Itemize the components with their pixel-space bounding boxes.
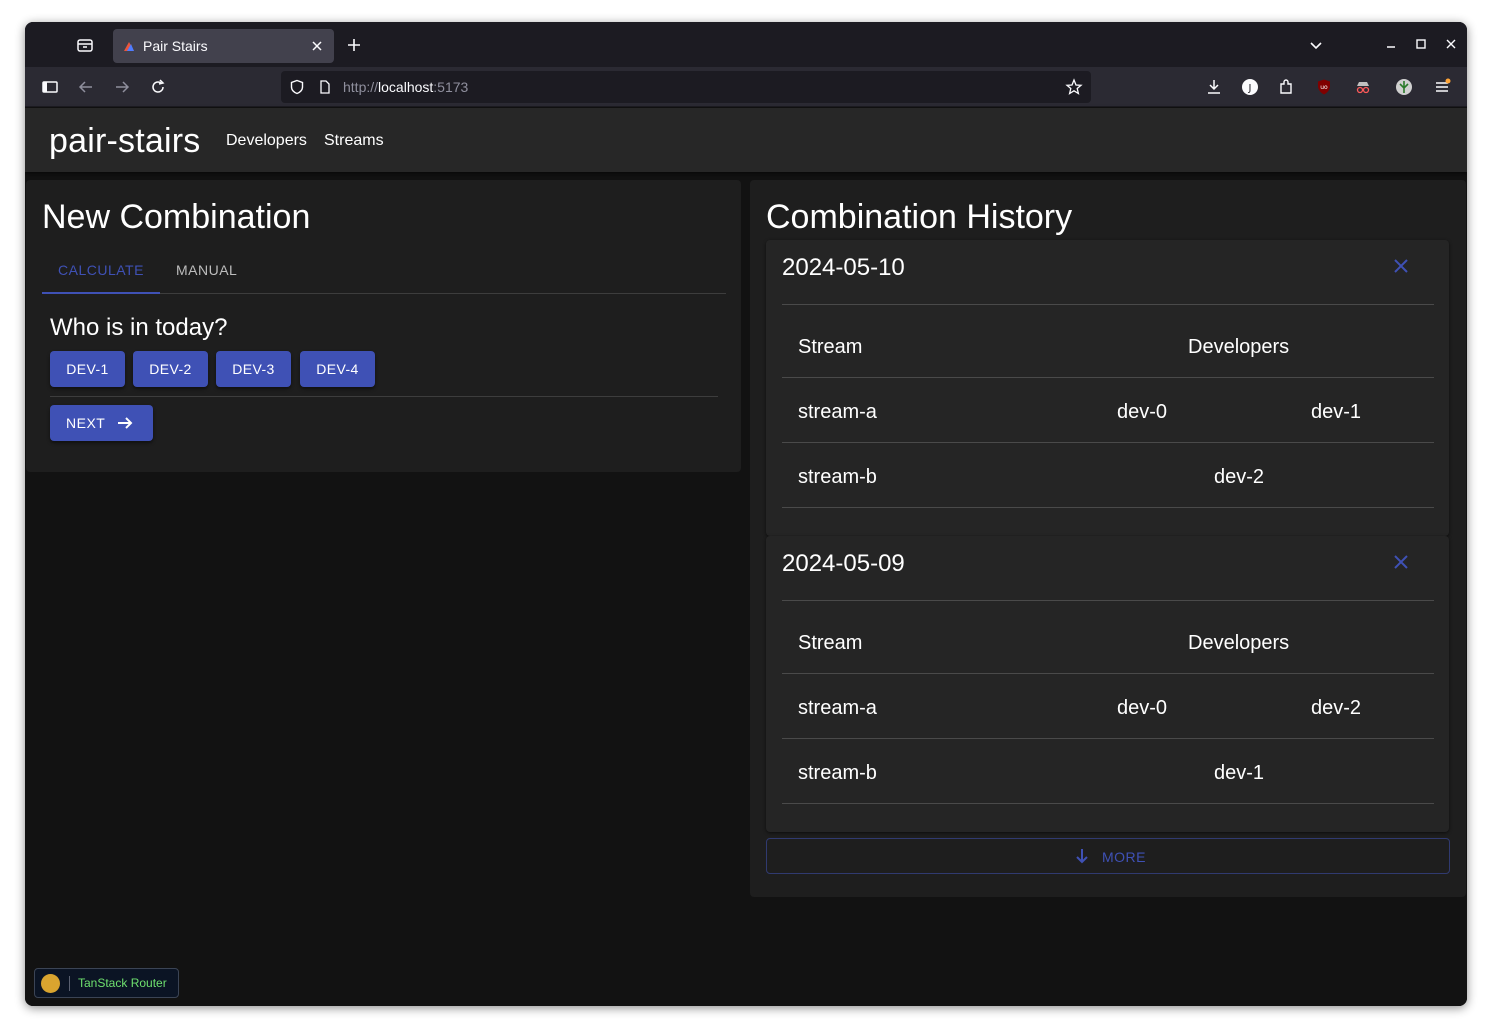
reload-icon[interactable]	[149, 78, 167, 96]
url-bar[interactable]: http://localhost:5173	[281, 71, 1091, 103]
tab-calculate[interactable]: CALCULATE	[58, 262, 144, 278]
minimize-icon[interactable]	[1385, 38, 1397, 50]
developer-toggle-button[interactable]: DEV-2	[133, 351, 208, 387]
chevron-down-icon[interactable]	[1308, 37, 1324, 53]
divider	[782, 738, 1434, 739]
tab-bar: Pair Stairs	[25, 22, 1467, 67]
ublock-shield-icon[interactable]: uo	[1315, 78, 1333, 96]
developer-toggle-button[interactable]: DEV-1	[50, 351, 125, 387]
tab-indicator	[42, 292, 160, 294]
tanstack-logo-icon	[41, 974, 60, 993]
spy-extension-icon[interactable]	[1354, 78, 1372, 96]
header-developers: Developers	[1188, 336, 1290, 358]
divider	[782, 442, 1434, 443]
bookmark-star-icon[interactable]	[1065, 78, 1083, 96]
page-icon[interactable]	[317, 79, 333, 95]
sidebar-icon[interactable]	[41, 78, 59, 96]
delete-combination-icon[interactable]	[1393, 554, 1409, 570]
divider	[782, 304, 1434, 305]
firefox-view-icon[interactable]	[75, 35, 95, 55]
divider	[782, 673, 1434, 674]
download-icon[interactable]	[1205, 78, 1223, 96]
header-stream: Stream	[798, 632, 863, 654]
developer-cell: dev-0	[1117, 697, 1168, 719]
divider	[782, 600, 1434, 601]
next-button-label: NEXT	[66, 415, 106, 431]
attendance-question: Who is in today?	[50, 314, 228, 341]
account-icon[interactable]: J	[1241, 78, 1259, 96]
load-more-button[interactable]: MORE	[766, 838, 1450, 874]
stream-cell: stream-b	[798, 762, 877, 784]
combination-tabs: CALCULATE MANUAL	[42, 250, 726, 294]
developer-cell: dev-1	[1214, 762, 1265, 784]
stream-cell: stream-b	[798, 466, 877, 488]
load-more-label: MORE	[1102, 849, 1146, 865]
arrow-down-icon	[1076, 849, 1088, 864]
nav-streams-link[interactable]: Streams	[324, 132, 384, 150]
divider	[782, 507, 1434, 508]
app-root: pair-stairs Developers Streams New Combi…	[25, 108, 1467, 1006]
shield-icon[interactable]	[289, 79, 305, 95]
divider	[782, 377, 1434, 378]
divider	[782, 803, 1434, 804]
combination-date: 2024-05-10	[782, 254, 905, 281]
next-button[interactable]: NEXT	[50, 405, 153, 441]
app-bar: pair-stairs Developers Streams	[25, 108, 1467, 172]
arrow-right-icon	[118, 417, 133, 429]
combination-date: 2024-05-09	[782, 550, 905, 577]
developer-toggle-button[interactable]: DEV-3	[216, 351, 291, 387]
ghostery-icon[interactable]	[1395, 78, 1413, 96]
delete-combination-icon[interactable]	[1393, 258, 1409, 274]
tab-manual[interactable]: MANUAL	[176, 262, 237, 278]
url-text[interactable]: http://localhost:5173	[343, 79, 468, 95]
maximize-icon[interactable]	[1415, 38, 1427, 50]
new-combination-title: New Combination	[42, 198, 311, 236]
history-card: 2024-05-09 Stream Developers stream-a de…	[766, 536, 1449, 832]
new-combination-panel: New Combination CALCULATE MANUAL Who is …	[26, 180, 741, 472]
browser-tab[interactable]: Pair Stairs	[113, 29, 334, 63]
forward-arrow-icon[interactable]	[113, 78, 131, 96]
navigation-toolbar: http://localhost:5173 J uo	[25, 67, 1467, 107]
extensions-icon[interactable]	[1277, 78, 1295, 96]
combination-history-title: Combination History	[766, 198, 1073, 236]
svg-text:J: J	[1248, 83, 1252, 94]
divider	[50, 396, 718, 397]
brand-title[interactable]: pair-stairs	[49, 122, 200, 161]
divider	[69, 976, 70, 991]
developer-cell: dev-2	[1311, 697, 1362, 719]
nav-developers-link[interactable]: Developers	[226, 132, 307, 150]
favicon-icon	[124, 42, 134, 51]
tab-title: Pair Stairs	[143, 38, 208, 54]
close-window-icon[interactable]	[1445, 38, 1457, 50]
header-stream: Stream	[798, 336, 863, 358]
developer-cell: dev-2	[1214, 466, 1265, 488]
stream-cell: stream-a	[798, 401, 877, 423]
developer-cell: dev-1	[1311, 401, 1362, 423]
close-tab-icon[interactable]	[310, 39, 324, 53]
stream-cell: stream-a	[798, 697, 877, 719]
developer-toggle-button[interactable]: DEV-4	[300, 351, 375, 387]
router-devtools-label: TanStack Router	[78, 976, 167, 990]
history-card: 2024-05-10 Stream Developers stream-a de…	[766, 240, 1449, 536]
combination-history-panel: Combination History 2024-05-10 Stream De…	[750, 180, 1466, 897]
developer-cell: dev-0	[1117, 401, 1168, 423]
back-arrow-icon[interactable]	[77, 78, 95, 96]
new-tab-icon[interactable]	[346, 37, 362, 53]
router-devtools-button[interactable]: TanStack Router	[34, 968, 179, 998]
browser-window: Pair Stairs http://localhost:5173 J uo p…	[25, 22, 1467, 1006]
header-developers: Developers	[1188, 632, 1290, 654]
svg-text:uo: uo	[1320, 84, 1328, 91]
menu-icon[interactable]	[1433, 78, 1451, 96]
